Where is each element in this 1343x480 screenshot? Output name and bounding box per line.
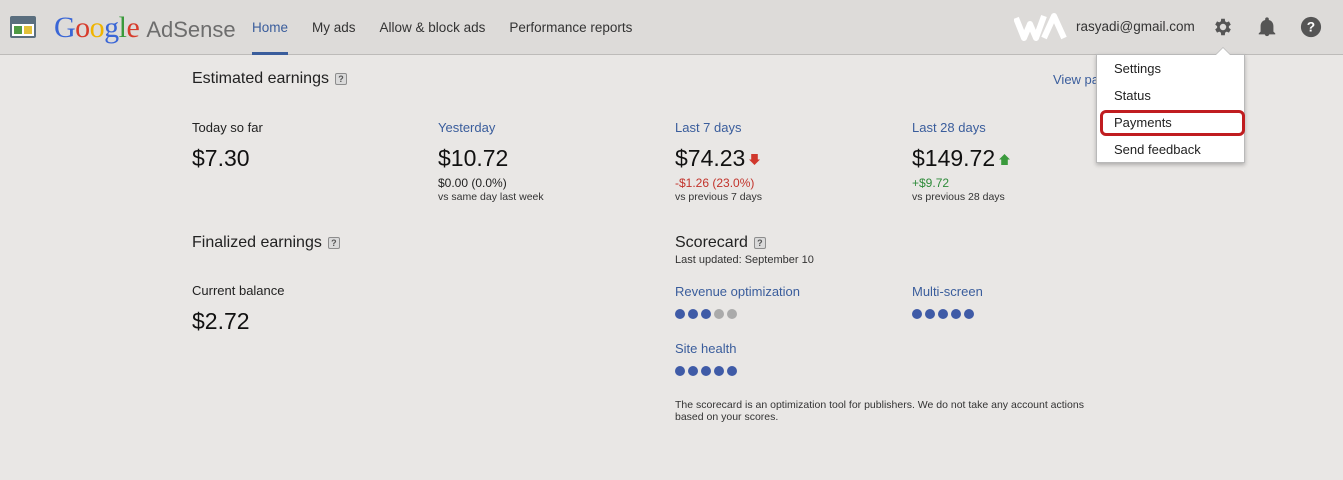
- score-dot: [675, 309, 685, 319]
- google-logo-letter: o: [89, 11, 105, 44]
- arrow-down-icon: [749, 154, 761, 166]
- score-dot: [727, 366, 737, 376]
- score-dot: [951, 309, 961, 319]
- yesterday-value: $10.72: [438, 145, 509, 171]
- dropdown-item-settings[interactable]: Settings: [1097, 55, 1244, 82]
- scorecard-title: Scorecard?: [675, 234, 766, 252]
- finalized-earnings-title-text: Finalized earnings: [192, 234, 322, 251]
- today-value: $7.30: [192, 145, 250, 171]
- revenue-optimization-score: [675, 309, 737, 319]
- score-dot: [938, 309, 948, 319]
- last-28-days-compare: vs previous 28 days: [912, 191, 1005, 203]
- dropdown-item-send-feedback[interactable]: Send feedback: [1097, 136, 1244, 163]
- question-icon[interactable]: ?: [753, 236, 766, 249]
- gear-icon[interactable]: [1212, 16, 1234, 38]
- current-balance-value: $2.72: [192, 308, 250, 334]
- last-28-days-value: $149.72: [912, 145, 996, 171]
- score-dot: [714, 366, 724, 376]
- yesterday-delta: $0.00 (0.0%): [438, 176, 507, 190]
- score-dot: [912, 309, 922, 319]
- multi-screen-score: [912, 309, 974, 319]
- estimated-earnings-title-text: Estimated earnings: [192, 70, 329, 87]
- google-logo-letter: o: [75, 11, 90, 44]
- score-dot: [688, 309, 698, 319]
- scorecard-updated: Last updated: September 10: [675, 254, 814, 266]
- watermark-logo-icon: [1014, 13, 1067, 41]
- arrow-up-icon: [999, 154, 1011, 166]
- score-dot: [688, 366, 698, 376]
- adsense-logo-text: AdSense: [146, 17, 236, 42]
- last-7-days-value-row: $74.23: [675, 145, 761, 172]
- adsense-app-icon[interactable]: [10, 16, 36, 38]
- user-email[interactable]: rasyadi@gmail.com: [1076, 19, 1195, 34]
- score-dot: [727, 309, 737, 319]
- question-icon[interactable]: ?: [327, 236, 340, 249]
- nav-home[interactable]: Home: [252, 0, 289, 55]
- nav-performance-reports[interactable]: Performance reports: [509, 0, 632, 55]
- google-logo-letter: e: [126, 11, 140, 44]
- score-dot: [701, 309, 711, 319]
- score-dot: [964, 309, 974, 319]
- google-logo-letter: G: [54, 11, 76, 44]
- top-header: Google AdSense Home My ads Allow & block…: [0, 0, 1343, 55]
- finalized-earnings-title: Finalized earnings?: [192, 234, 340, 252]
- yesterday-link[interactable]: Yesterday: [438, 120, 495, 135]
- score-dot: [675, 366, 685, 376]
- site-health-score: [675, 366, 737, 376]
- main-nav: Home My ads Allow & block ads Performanc…: [252, 0, 656, 55]
- site-health-link[interactable]: Site health: [675, 341, 736, 356]
- current-balance-label: Current balance: [192, 283, 285, 298]
- adsense-logo[interactable]: Google AdSense: [54, 11, 236, 45]
- google-logo-letter: l: [118, 11, 127, 44]
- score-dot: [925, 309, 935, 319]
- last-28-days-value-row: $149.72: [912, 145, 1011, 172]
- svg-text:?: ?: [1307, 20, 1315, 35]
- last-28-days-link[interactable]: Last 28 days: [912, 120, 986, 135]
- nav-allow-block-ads[interactable]: Allow & block ads: [380, 0, 486, 55]
- last-28-days-delta: +$9.72: [912, 176, 950, 190]
- yesterday-compare: vs same day last week: [438, 191, 544, 203]
- help-icon[interactable]: ?: [1300, 16, 1322, 38]
- scorecard-title-text: Scorecard: [675, 234, 748, 251]
- score-dot: [701, 366, 711, 376]
- payments-highlight-annotation: [1100, 110, 1245, 136]
- google-logo-letter: g: [104, 11, 119, 44]
- scorecard-note: The scorecard is an optimization tool fo…: [675, 399, 1084, 423]
- nav-my-ads[interactable]: My ads: [312, 0, 356, 55]
- last-7-days-compare: vs previous 7 days: [675, 191, 762, 203]
- multi-screen-link[interactable]: Multi-screen: [912, 284, 983, 299]
- last-7-days-value: $74.23: [675, 145, 746, 171]
- today-label: Today so far: [192, 120, 263, 135]
- question-icon[interactable]: ?: [334, 72, 347, 85]
- score-dot: [714, 309, 724, 319]
- view-payments-link[interactable]: View pa: [1053, 72, 1099, 87]
- google-logo-text: Google: [54, 11, 140, 45]
- revenue-optimization-link[interactable]: Revenue optimization: [675, 284, 800, 299]
- settings-dropdown: Settings Status Payments Send feedback: [1096, 47, 1245, 163]
- estimated-earnings-title: Estimated earnings?: [192, 70, 347, 88]
- last-7-days-delta: -$1.26 (23.0%): [675, 176, 755, 190]
- last-7-days-link[interactable]: Last 7 days: [675, 120, 742, 135]
- dropdown-item-status[interactable]: Status: [1097, 82, 1244, 109]
- bell-icon[interactable]: [1256, 16, 1278, 38]
